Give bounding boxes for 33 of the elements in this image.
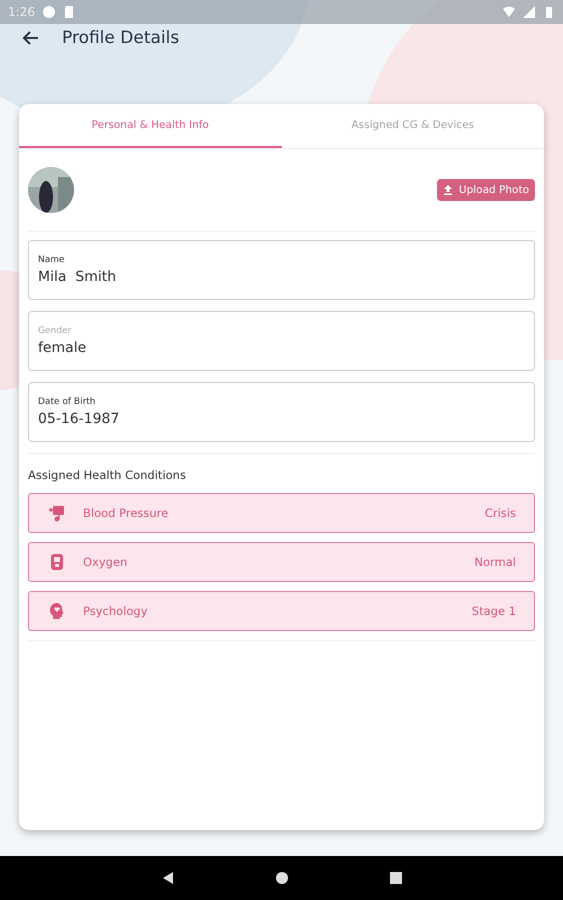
page-title: Profile Details — [62, 28, 180, 48]
condition-row[interactable]: Oxygen Normal — [28, 542, 535, 582]
sd-card-icon — [62, 6, 75, 18]
upload-photo-button[interactable]: Upload Photo — [436, 179, 535, 201]
text-field[interactable]: Date of Birth 05-16-1987 — [28, 382, 535, 442]
condition-name: Psychology — [83, 604, 149, 618]
text-field[interactable]: Name Mila Smith — [28, 240, 535, 300]
signal-icon — [523, 6, 535, 18]
home-nav-button[interactable] — [274, 871, 288, 885]
condition-status: Crisis — [484, 506, 516, 520]
field-value: 05-16-1987 — [38, 411, 120, 427]
condition-name: Oxygen — [83, 555, 128, 569]
field-label: Gender — [38, 326, 72, 336]
tab[interactable]: Assigned CG & Devices — [282, 104, 544, 148]
notification-icon — [42, 6, 55, 18]
field-label: Date of Birth — [38, 397, 97, 407]
tab[interactable]: Personal & Health Info — [19, 104, 282, 148]
field-value: Mila Smith — [38, 269, 118, 285]
field-label: Name — [38, 255, 66, 265]
upload-icon — [442, 185, 453, 195]
field-value: female — [38, 340, 88, 356]
section-heading: Assigned Health Conditions — [28, 468, 187, 482]
condition-status: Stage 1 — [472, 604, 516, 618]
condition-status: Normal — [474, 555, 516, 569]
condition-row[interactable]: Psychology Stage 1 — [28, 591, 535, 631]
blood-pressure-monitor-icon — [47, 503, 67, 523]
recents-nav-button[interactable] — [388, 871, 402, 885]
condition-row[interactable]: Blood Pressure Crisis — [28, 493, 535, 533]
battery-icon — [543, 6, 555, 18]
wifi-icon — [503, 6, 515, 18]
back-nav-button[interactable] — [160, 871, 174, 885]
status-time: 1:26 — [8, 5, 35, 19]
condition-name: Blood Pressure — [83, 506, 170, 520]
